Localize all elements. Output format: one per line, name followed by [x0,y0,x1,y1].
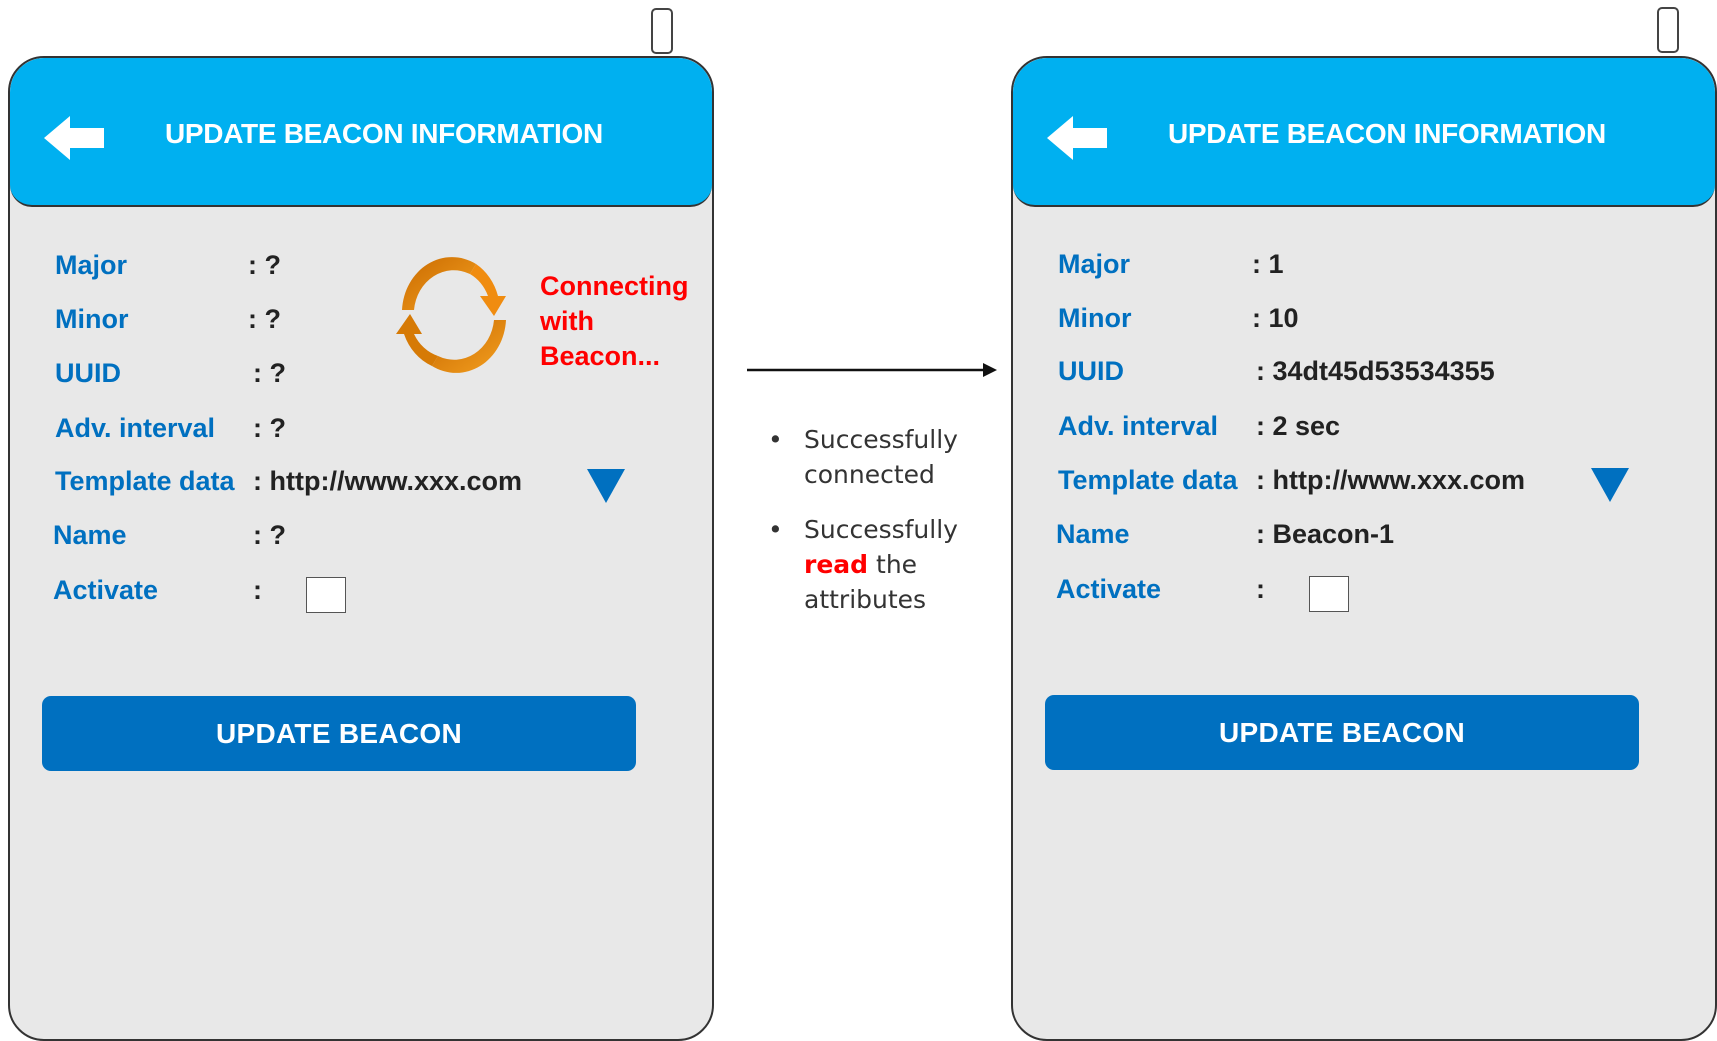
activate-label: Activate [1056,574,1162,604]
template-data-value[interactable]: : http://www.xxx.com [1256,465,1525,496]
name-value: : ? [253,520,286,550]
dropdown-triangle-icon[interactable] [1591,468,1629,502]
page-title: UPDATE BEACON INFORMATION [165,118,603,149]
phone-antenna [1657,7,1679,53]
note-read-attributes: • Successfully read the attributes [768,515,958,614]
activate-label: Activate [53,575,159,605]
update-beacon-button[interactable]: UPDATE BEACON [42,696,636,771]
app-header: UPDATE BEACON INFORMATION [1013,58,1715,207]
activate-colon: : [1256,574,1265,604]
back-arrow-icon[interactable] [42,114,106,162]
name-label: Name [1056,519,1130,549]
name-label: Name [53,520,127,550]
template-data-label: Template data [1058,465,1238,495]
template-data-value[interactable]: : http://www.xxx.com [253,466,522,497]
page-title: UPDATE BEACON INFORMATION [1168,118,1606,149]
activate-checkbox[interactable] [1309,576,1349,612]
major-label: Major [1058,249,1131,279]
refresh-spinner-icon [396,257,506,373]
update-beacon-button[interactable]: UPDATE BEACON [1045,695,1639,770]
minor-label: Minor [1058,303,1132,333]
minor-value: : 10 [1252,303,1299,333]
app-header: UPDATE BEACON INFORMATION [10,58,712,207]
adv-interval-label: Adv. interval [55,413,216,443]
major-label: Major [55,250,128,280]
uuid-value: : ? [253,358,286,388]
transition-arrow [747,363,997,377]
phone-screen-connecting: UPDATE BEACON INFORMATION Major : ? Mino… [8,56,714,1041]
name-value: : Beacon-1 [1256,519,1395,549]
activate-colon: : [253,575,262,605]
major-value: : ? [248,250,281,280]
result-notes: • Successfully connected • Successfully … [762,422,962,637]
uuid-value: : 34dt45d53534355 [1256,356,1495,386]
activate-checkbox[interactable] [306,577,346,613]
uuid-label: UUID [55,358,121,388]
major-value: : 1 [1252,249,1284,279]
minor-label: Minor [55,304,129,334]
back-arrow-icon[interactable] [1045,114,1109,162]
phone-screen-connected: UPDATE BEACON INFORMATION Major : 1 Mino… [1011,56,1717,1041]
minor-value: : ? [248,304,281,334]
connecting-status: Connecting with Beacon... [540,271,689,371]
adv-interval-value: : 2 sec [1256,411,1341,441]
adv-interval-label: Adv. interval [1058,411,1219,441]
phone-antenna [651,8,673,54]
dropdown-triangle-icon[interactable] [587,469,625,503]
template-data-label: Template data [55,466,235,496]
uuid-label: UUID [1058,356,1124,386]
adv-interval-value: : ? [253,413,286,443]
note-connected: • Successfully connected [768,425,958,489]
